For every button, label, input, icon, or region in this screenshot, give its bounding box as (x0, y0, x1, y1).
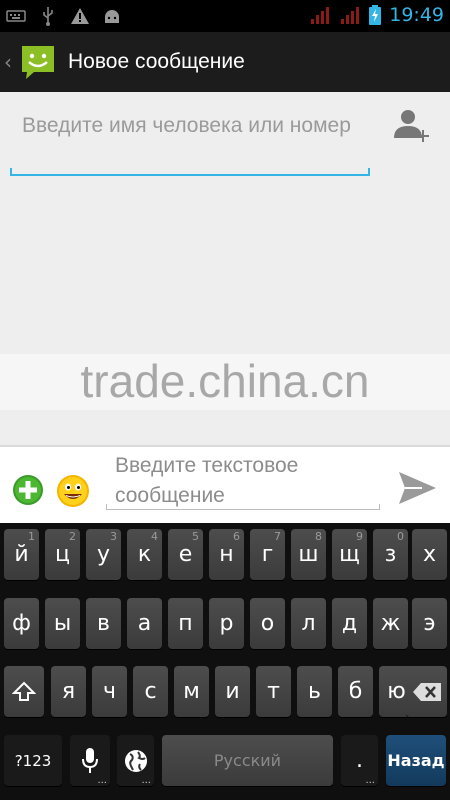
smiley-icon[interactable] (56, 474, 90, 508)
compose-bar: Введите текстовое сообщение (0, 445, 450, 523)
key-б[interactable]: б (338, 666, 373, 717)
recipient-input[interactable]: Введите имя человека или номер (22, 110, 372, 141)
key-ш[interactable]: ш8 (291, 529, 326, 580)
key-с[interactable]: с (133, 666, 168, 717)
clock: 19:49 (389, 4, 444, 26)
send-icon[interactable] (396, 467, 438, 509)
conversation-area: Введите имя человека или номер trade.chi… (0, 92, 450, 445)
key-я[interactable]: я (51, 666, 86, 717)
action-bar: ‹ Новое сообщение (0, 32, 450, 92)
compose-divider (0, 445, 450, 447)
usb-icon (38, 6, 58, 26)
key-ь[interactable]: ь (297, 666, 332, 717)
android-icon (102, 6, 122, 26)
key-л[interactable]: л (291, 598, 326, 649)
shift-icon (12, 681, 36, 701)
key-н[interactable]: н6 (209, 529, 244, 580)
key-ж[interactable]: ж (373, 598, 408, 649)
key-м[interactable]: м (174, 666, 209, 717)
key-п[interactable]: п (168, 598, 203, 649)
symbols-key[interactable]: ?123 (4, 735, 62, 786)
key-ы[interactable]: ы (45, 598, 80, 649)
key-а[interactable]: а (127, 598, 162, 649)
page-title: Новое сообщение (68, 50, 245, 73)
message-input-underline (106, 504, 380, 510)
key-к[interactable]: к4 (127, 529, 162, 580)
key-й[interactable]: й1 (4, 529, 39, 580)
messaging-smiley-icon[interactable] (18, 42, 58, 82)
notification-icons (6, 6, 122, 26)
keyboard-icon (6, 6, 26, 26)
system-icons: 19:49 (309, 4, 444, 26)
shift-key[interactable] (4, 666, 44, 717)
microphone-key[interactable] (70, 735, 110, 786)
key-щ[interactable]: щ9 (332, 529, 367, 580)
key-г[interactable]: г7 (250, 529, 285, 580)
enter-key[interactable]: Назад (386, 735, 446, 786)
key-у[interactable]: у3 (86, 529, 121, 580)
back-chevron-icon[interactable]: ‹ (4, 50, 16, 74)
keyboard: й1 ц2 у3 к4 е5 н6 г7 ш8 щ9 з0 х ф ы в а … (0, 523, 450, 800)
add-attachment-icon[interactable] (12, 474, 44, 506)
key-т[interactable]: т (256, 666, 291, 717)
key-о[interactable]: о (250, 598, 285, 649)
globe-icon (124, 749, 147, 772)
language-key[interactable] (117, 735, 154, 786)
message-input[interactable]: Введите текстовое сообщение (115, 451, 380, 511)
key-в[interactable]: в (86, 598, 121, 649)
status-bar: 19:49 (0, 0, 450, 32)
key-ч[interactable]: ч (92, 666, 127, 717)
key-ц[interactable]: ц2 (45, 529, 80, 580)
signal-2-icon (341, 7, 360, 24)
period-key[interactable]: . (341, 735, 378, 786)
key-з[interactable]: з0 (373, 529, 408, 580)
key-р[interactable]: р (209, 598, 244, 649)
key-ф[interactable]: ф (4, 598, 39, 649)
key-и[interactable]: и (215, 666, 250, 717)
backspace-key[interactable] (406, 666, 447, 717)
space-key[interactable]: Русский (162, 735, 333, 786)
add-contact-icon[interactable] (392, 108, 432, 144)
battery-charging-icon (369, 5, 382, 25)
watermark: trade.china.cn (80, 355, 370, 407)
backspace-icon (412, 682, 441, 701)
key-д[interactable]: д (332, 598, 367, 649)
microphone-icon (82, 747, 98, 773)
warning-icon (70, 6, 90, 26)
key-х[interactable]: х (412, 529, 447, 580)
key-е[interactable]: е5 (168, 529, 203, 580)
recipient-input-underline (10, 168, 370, 176)
key-э[interactable]: э (412, 598, 447, 649)
signal-1-icon (311, 7, 330, 24)
